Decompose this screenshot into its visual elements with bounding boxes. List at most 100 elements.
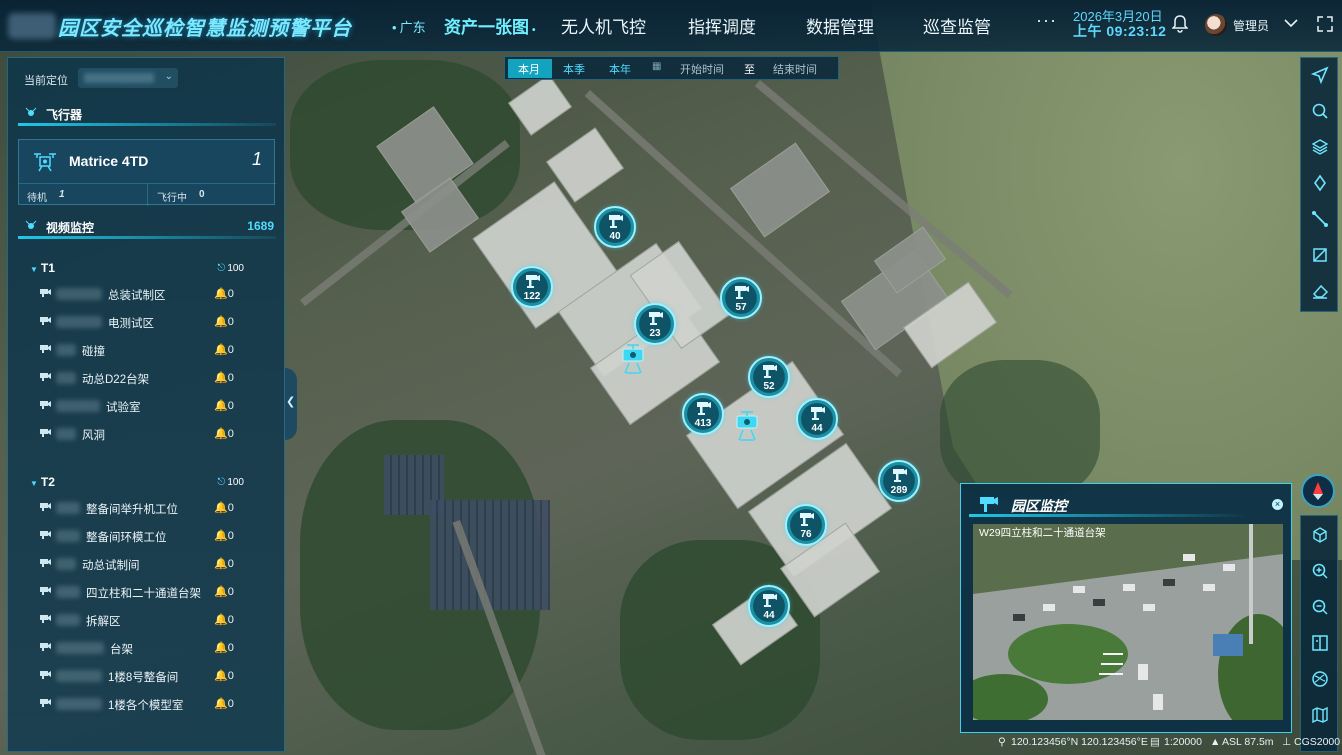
camera-alarm: 🔔0: [214, 558, 234, 570]
nav-data-management[interactable]: 数据管理: [806, 13, 874, 38]
location-select[interactable]: ⌄: [78, 68, 178, 88]
location-value: [84, 73, 154, 83]
redacted-text: [56, 344, 76, 356]
redacted-text: [56, 558, 76, 570]
camera-icon: [40, 289, 51, 297]
camera-name: 四立柱和二十通道台架: [86, 588, 201, 600]
zoom-out-icon[interactable]: [1311, 598, 1329, 616]
camera-cluster-marker[interactable]: 52: [748, 356, 790, 398]
diamond-icon[interactable]: [1311, 174, 1329, 192]
map-tools-top: [1300, 57, 1338, 312]
camera-item[interactable]: 动总D22台架 🔔0: [40, 370, 250, 388]
camera-cluster-marker[interactable]: 40: [594, 206, 636, 248]
alarm-value: 0: [227, 344, 234, 356]
app-title: 园区安全巡检智慧监测预警平台: [58, 18, 352, 40]
split-icon[interactable]: [1311, 634, 1329, 652]
camera-cluster-marker[interactable]: 289: [878, 460, 920, 502]
bell-icon[interactable]: [1172, 15, 1188, 33]
camera-item[interactable]: 台架 🔔0: [40, 640, 250, 658]
camera-icon: [40, 559, 51, 567]
camera-icon: [40, 587, 51, 595]
camera-cluster-marker[interactable]: 76: [785, 504, 827, 546]
drone-card[interactable]: Matrice 4TD 1 待机 1 飞行中 0: [18, 139, 276, 206]
camera-cluster-marker[interactable]: 122: [511, 266, 553, 308]
navigate-icon[interactable]: [1311, 66, 1329, 84]
tree-group-t2[interactable]: ▼ T2: [30, 475, 55, 489]
camera-name: 试验室: [106, 402, 141, 414]
camera-icon: [40, 317, 51, 325]
drone-model: Matrice 4TD: [69, 153, 149, 169]
start-time-input[interactable]: 开始时间: [680, 61, 724, 77]
time-text: 上午 09:23:12: [1073, 23, 1167, 39]
user-name[interactable]: 管理员: [1233, 17, 1269, 34]
avatar[interactable]: [1205, 14, 1227, 36]
nav-drone-control[interactable]: 无人机飞控: [561, 13, 646, 38]
chevron-down-icon[interactable]: [1284, 18, 1298, 28]
camera-count: 76: [800, 529, 812, 540]
globe-icon[interactable]: [1311, 670, 1329, 688]
camera-item[interactable]: 总装试制区 🔔0: [40, 286, 250, 304]
camera-cluster-marker[interactable]: 44: [748, 585, 790, 627]
camera-item[interactable]: 1楼8号整备间 🔔0: [40, 668, 250, 686]
fullscreen-icon[interactable]: [1317, 16, 1333, 32]
measure-area-icon[interactable]: [1311, 246, 1329, 264]
compass-needle-icon: [1313, 482, 1323, 500]
camera-item[interactable]: 四立柱和二十通道台架 🔔0: [40, 584, 250, 602]
redacted-text: [56, 316, 102, 328]
camera-item[interactable]: 电测试区 🔔0: [40, 314, 250, 332]
tab-this-month[interactable]: 本月: [518, 61, 540, 77]
left-panel: 当前定位 ⌄ 飞行器 Matrice 4TD 1 待机 1 飞行中 0 视频监控…: [7, 57, 285, 752]
camera-icon: [763, 594, 777, 607]
nav-patrol-supervision[interactable]: 巡查监管: [923, 13, 991, 38]
group-name: T1: [40, 261, 55, 275]
drone-position-icon[interactable]: [620, 343, 646, 375]
redacted-text: [56, 614, 80, 626]
nav-asset-map[interactable]: 资产一张图: [444, 13, 536, 38]
camera-item[interactable]: 试验室 🔔0: [40, 398, 250, 416]
camera-item[interactable]: 拆解区 🔔0: [40, 612, 250, 630]
title-underline: [969, 514, 1249, 517]
camera-name: 电测试区: [108, 318, 154, 330]
nav-dispatch[interactable]: 指挥调度: [688, 13, 756, 38]
camera-icon: [763, 365, 777, 378]
map-icon[interactable]: [1311, 706, 1329, 724]
camera-item[interactable]: 风洞 🔔0: [40, 426, 250, 444]
camera-cluster-marker[interactable]: 23: [634, 303, 676, 345]
zoom-in-icon[interactable]: [1311, 562, 1329, 580]
camera-cluster-marker[interactable]: 413: [682, 393, 724, 435]
more-menu-button[interactable]: ···: [1036, 10, 1057, 31]
close-icon[interactable]: ×: [1272, 499, 1283, 510]
alarm-value: 0: [227, 502, 234, 514]
camera-cluster-marker[interactable]: 44: [796, 398, 838, 440]
camera-item[interactable]: 1楼各个模型室 🔔0: [40, 696, 250, 714]
camera-item[interactable]: 整备间环模工位 🔔0: [40, 528, 250, 546]
eraser-icon[interactable]: [1311, 282, 1329, 300]
camera-item[interactable]: 动总试制间 🔔0: [40, 556, 250, 574]
tree-group-t1[interactable]: ▼ T1: [30, 261, 55, 275]
camera-name: 整备间环模工位: [86, 532, 167, 544]
camera-item[interactable]: 碰撞 🔔0: [40, 342, 250, 360]
building: [730, 142, 830, 238]
altitude: ASL 87.5m: [1222, 736, 1274, 748]
camera-cluster-marker[interactable]: 57: [720, 277, 762, 319]
camera-alarm: 🔔0: [214, 400, 234, 412]
3d-cube-icon[interactable]: [1311, 526, 1329, 544]
drone-position-icon[interactable]: [734, 410, 760, 442]
video-popup: 园区监控 × W29四立柱和二十通道台架: [960, 483, 1292, 733]
compass[interactable]: [1301, 474, 1335, 508]
bell-icon: ⎋: [217, 263, 226, 274]
tab-this-year[interactable]: 本年: [609, 61, 631, 77]
drone-status-row: 待机 1 飞行中 0: [19, 183, 276, 206]
tab-this-quarter[interactable]: 本季: [563, 61, 585, 77]
region-selector[interactable]: 广东: [392, 17, 426, 36]
layers-icon[interactable]: [1311, 138, 1329, 156]
panel-collapse-button[interactable]: ❮: [285, 368, 297, 440]
group-alarm-count: ⎋ 100: [217, 263, 244, 274]
river-area: [870, 0, 1342, 560]
measure-line-icon[interactable]: [1311, 210, 1329, 228]
camera-item[interactable]: 整备间举升机工位 🔔0: [40, 500, 250, 518]
end-time-input[interactable]: 结束时间: [773, 61, 817, 77]
search-icon[interactable]: [1311, 102, 1329, 120]
video-feed[interactable]: [973, 524, 1283, 720]
alarm-value: 0: [227, 558, 234, 570]
